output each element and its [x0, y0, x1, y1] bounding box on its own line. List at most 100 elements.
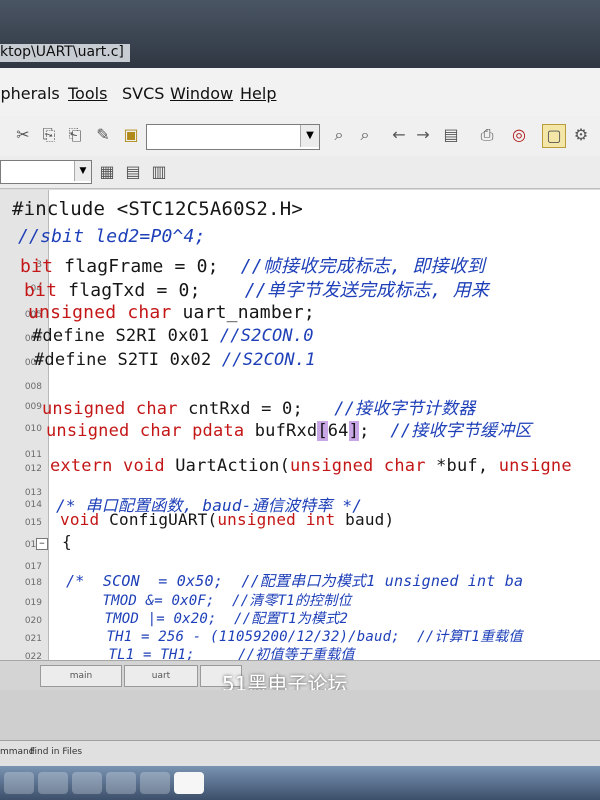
chevron-down-icon[interactable]: ▼ — [74, 161, 91, 181]
line-number: 021 — [24, 634, 42, 644]
code-line[interactable]: 008 — [0, 374, 600, 396]
code-text: TMOD &= 0x0F; //清零T1的控制位 — [68, 590, 352, 610]
menu-bar: ipherals Tools SVCS Window Help — [0, 68, 600, 117]
code-text: bit flagFrame = 0; //帧接收完成标志, 即接收到 — [20, 252, 485, 278]
code-text: #define S2RI 0x01 //S2CON.0 — [32, 326, 314, 346]
settings-icon[interactable]: ⚙ — [570, 124, 592, 146]
code-text: #include <STC12C5A60S2.H> — [12, 198, 303, 220]
taskbar-app-icon[interactable] — [106, 772, 136, 794]
line-number: 022 — [24, 652, 42, 660]
line-number: 018 — [24, 578, 42, 588]
code-line[interactable]: 018 /* SCON = 0x50; //配置串口为模式1 unsigned i… — [0, 570, 600, 592]
code-token: #define S2TI 0x02 — [34, 350, 222, 370]
menu-help[interactable]: Help — [240, 84, 276, 103]
code-token: *buf, — [425, 456, 499, 476]
copy-icon[interactable]: ⎘ — [38, 124, 60, 146]
code-comment: TMOD &= 0x0F; //清零T1的控制位 — [68, 593, 352, 609]
code-token: [ — [317, 421, 328, 441]
bookmark-icon[interactable]: ▤ — [440, 124, 462, 146]
code-line[interactable]: 022 TL1 = TH1; //初值等于重载值 — [0, 644, 600, 660]
code-keyword: unsigne — [498, 456, 572, 476]
find-in-files-tab[interactable]: Find in Files — [30, 747, 82, 757]
code-token: ConfigUART( — [99, 510, 218, 529]
code-text: #define S2TI 0x02 //S2CON.1 — [34, 350, 316, 370]
code-line[interactable]: 012 extern void UartAction(unsigned char … — [0, 456, 600, 478]
code-comment: TMOD |= 0x20; //配置T1为模式2 — [70, 611, 349, 627]
code-comment: TL1 = TH1; //初值等于重载值 — [74, 647, 355, 660]
code-text: unsigned char uart_namber; — [28, 302, 315, 323]
code-token: #define S2RI 0x01 — [32, 326, 220, 346]
fold-toggle-icon[interactable]: − — [36, 538, 48, 550]
code-comment: TH1 = 256 - (11059200/12/32)/baud; //计算T… — [72, 629, 523, 645]
taskbar — [0, 766, 600, 800]
paste-icon[interactable]: ⎗ — [64, 124, 86, 146]
window-title: ktop\UART\uart.c] — [0, 44, 130, 62]
cut-icon[interactable]: ✂ — [12, 124, 34, 146]
line-number: 010 — [24, 424, 42, 434]
taskbar-start-icon[interactable] — [4, 772, 34, 794]
code-token: ] — [348, 421, 360, 441]
taskbar-app-icon[interactable] — [140, 772, 170, 794]
line-number: 009 — [24, 402, 42, 412]
code-text: /* SCON = 0x50; //配置串口为模式1 unsigned int … — [66, 570, 523, 591]
chevron-down-icon[interactable]: ▼ — [300, 125, 319, 147]
code-line[interactable]: 3 bit flagFrame = 0; //帧接收完成标志, 即接收到 — [0, 252, 600, 277]
manage-icon[interactable]: ▥ — [148, 161, 170, 183]
tab-file[interactable]: main — [40, 665, 122, 687]
code-comment: //单字节发送完成标志, 用来 — [244, 280, 490, 301]
code-token: uart_namber; — [171, 302, 315, 323]
code-keyword: void — [60, 510, 100, 529]
menu-tools[interactable]: Tools — [68, 84, 107, 103]
window-icon[interactable]: ▢ — [542, 124, 566, 148]
code-line[interactable]: 010 unsigned char pdata bufRxd[64]; //接收字… — [0, 416, 600, 441]
find-combobox[interactable]: ▼ — [146, 124, 320, 150]
code-line[interactable]: 015 void ConfigUART(unsigned int baud) — [0, 510, 600, 532]
code-line[interactable]: 016−{ — [0, 532, 600, 554]
code-comment: /* SCON = 0x50; //配置串口为模式1 unsigned int … — [66, 572, 524, 590]
code-line[interactable]: #include <STC12C5A60S2.H> — [0, 198, 600, 220]
status-bar: mmand Find in Files — [0, 740, 600, 767]
taskbar-app-icon[interactable] — [72, 772, 102, 794]
forward-icon[interactable]: → — [412, 124, 434, 146]
taskbar-app-icon[interactable] — [38, 772, 68, 794]
keil-app-icon[interactable] — [174, 772, 204, 794]
code-line[interactable]: 006 #define S2RI 0x01 //S2CON.0 — [0, 326, 600, 348]
debug-icon[interactable]: ◎ — [508, 124, 530, 146]
code-line[interactable]: 04 bit flagTxd = 0; //单字节发送完成标志, 用来 — [0, 276, 600, 301]
menu-svcs[interactable]: SVCS — [122, 84, 164, 103]
code-text: TH1 = 256 - (11059200/12/32)/baud; //计算T… — [72, 626, 523, 646]
code-line[interactable]: 009 unsigned char cntRxd = 0; //接收字节计数器 — [0, 394, 600, 419]
code-text: TMOD |= 0x20; //配置T1为模式2 — [70, 608, 348, 628]
code-comment: //S2CON.1 — [221, 350, 316, 370]
open-folder-icon[interactable]: ▣ — [120, 124, 142, 146]
code-line[interactable]: 005 unsigned char uart_namber; — [0, 302, 600, 324]
code-token: { — [62, 532, 72, 551]
menu-peripherals[interactable]: ipherals — [0, 84, 60, 103]
code-token: ; — [359, 421, 391, 441]
code-comment: //帧接收完成标志, 即接收到 — [240, 256, 486, 277]
code-token: #include <STC12C5A60S2.H> — [12, 198, 303, 220]
tab-file[interactable]: uart — [124, 665, 198, 687]
code-editor[interactable]: #include <STC12C5A60S2.H> //sbit led2=P0^… — [0, 190, 600, 660]
print-icon[interactable]: ⎙ — [476, 124, 498, 146]
find-in-files-icon[interactable]: ⌕ — [354, 124, 376, 146]
code-line[interactable]: 007 #define S2TI 0x02 //S2CON.1 — [0, 350, 600, 372]
code-token: bufRxd — [244, 421, 318, 441]
code-keyword: unsigned char — [290, 456, 426, 476]
code-comment: //接收字节缓冲区 — [390, 421, 532, 441]
output-panel — [0, 690, 600, 740]
line-number: 012 — [24, 464, 42, 474]
build-icon[interactable]: ▦ — [96, 161, 118, 183]
replace-icon[interactable]: ✎ — [92, 124, 114, 146]
code-text: { — [62, 532, 72, 551]
menu-window[interactable]: Window — [170, 84, 233, 103]
project-window-icon[interactable]: ▤ — [122, 161, 144, 183]
code-keyword: unsigned int — [217, 510, 336, 529]
find-icon[interactable]: ⌕ — [328, 124, 350, 146]
code-line[interactable]: //sbit led2=P0^4; — [0, 226, 600, 248]
code-keyword: unsigned char — [28, 302, 172, 323]
code-token: UartAction( — [164, 456, 291, 476]
target-combobox[interactable]: ▼ — [0, 160, 92, 184]
code-text: //sbit led2=P0^4; — [18, 226, 206, 247]
back-icon[interactable]: ← — [388, 124, 410, 146]
